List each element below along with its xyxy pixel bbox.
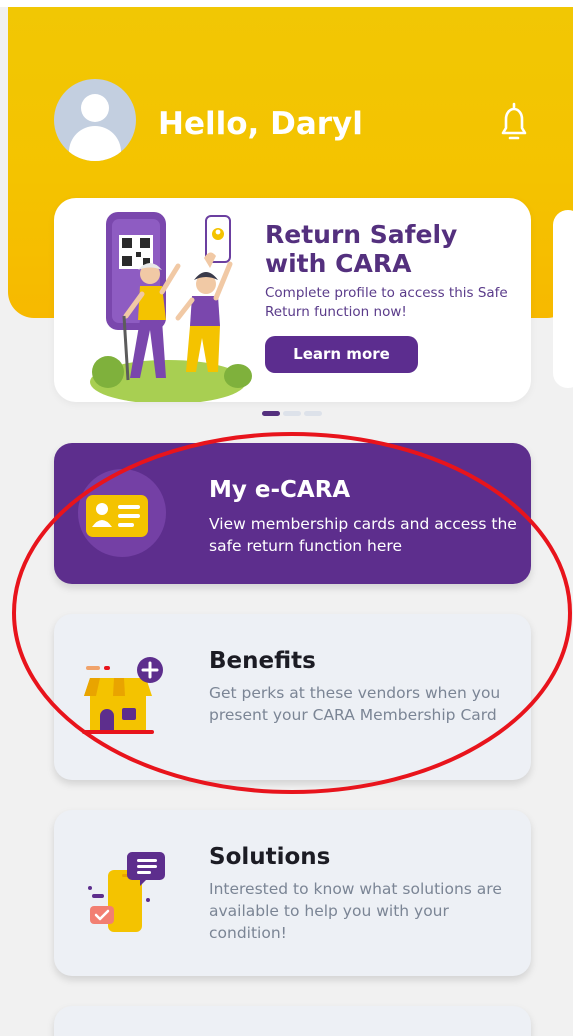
bell-icon [501,102,527,140]
avatar-head-shape [81,94,109,122]
menu-card-benefits[interactable]: Benefits Get perks at these vendors when… [54,614,531,780]
status-bar-strip [0,0,573,7]
phone-chat-icon [88,852,165,932]
greeting-title: Hello, Daryl [158,106,363,142]
next-banner-peek[interactable] [553,210,573,388]
notification-button[interactable] [494,100,534,144]
menu-card-title: Solutions [209,844,331,870]
user-avatar-icon[interactable] [54,79,136,161]
menu-card-next-partial[interactable] [54,1006,531,1036]
carousel-dot-active[interactable] [262,411,280,416]
two-people-waving-qr-code-illustration [90,212,252,402]
carousel-dot[interactable] [283,411,301,416]
menu-card-title: Benefits [209,648,316,674]
menu-card-solutions[interactable]: Solutions Interested to know what soluti… [54,810,531,976]
safe-return-banner[interactable]: Return Safely with CARA Complete profile… [54,198,531,402]
avatar-body-shape [69,126,121,161]
banner-subtitle: Complete profile to access this Safe Ret… [265,285,508,320]
menu-card-description: View membership cards and access the saf… [209,515,517,555]
learn-more-button[interactable]: Learn more [265,336,418,373]
carousel-indicator [262,411,326,417]
menu-card-description: Interested to know what solutions are av… [209,880,502,942]
menu-card-description: Get perks at these vendors when you pres… [209,684,501,724]
carousel-dot[interactable] [304,411,322,416]
membership-card-icon [78,469,166,557]
menu-card-title: My e-CARA [209,477,351,503]
shop-plus-icon [82,657,163,734]
menu-card-my-ecara[interactable]: My e-CARA View membership cards and acce… [54,443,531,584]
banner-title: Return Safely with CARA [265,220,458,278]
